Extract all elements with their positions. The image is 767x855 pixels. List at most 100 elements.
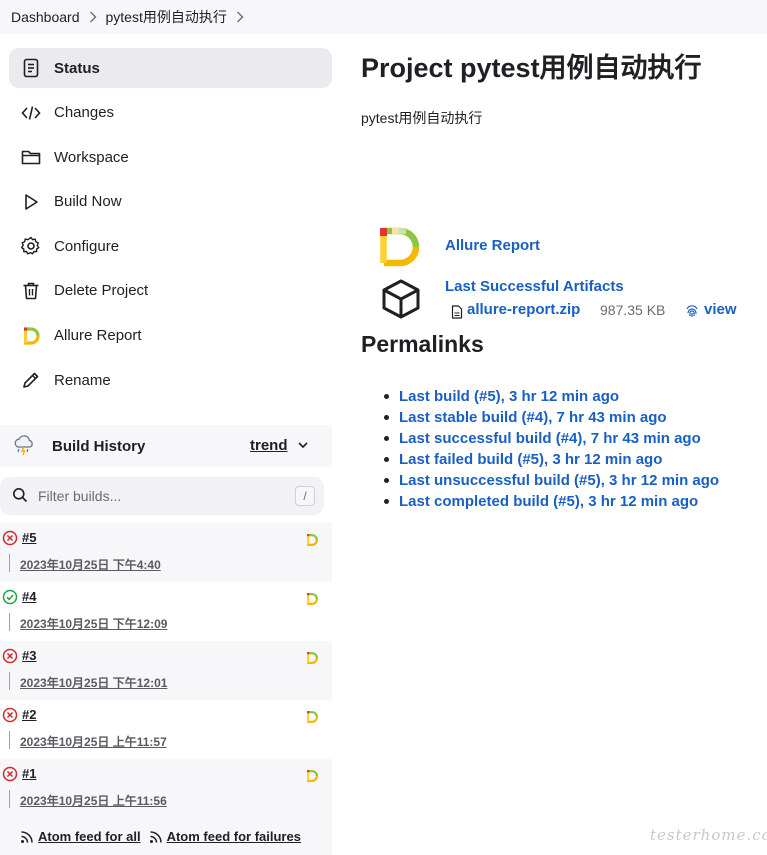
sidebar-item-label: Workspace <box>54 148 129 166</box>
weather-icon <box>12 433 36 460</box>
file-icon <box>451 305 463 319</box>
build-row[interactable]: #3 2023年10月25日 下午12:01 <box>0 641 332 700</box>
last-successful-artifacts-link[interactable]: Last Successful Artifacts <box>445 278 624 295</box>
sidebar-item-label: Delete Project <box>54 282 149 300</box>
breadcrumb-dashboard[interactable]: Dashboard <box>11 9 80 25</box>
permalink-last-successful-build[interactable]: Last successful build (#4), 7 hr 43 min … <box>399 430 701 447</box>
permalink-item: Last completed build (#5), 3 hr 12 min a… <box>385 491 719 512</box>
artifact-file-link[interactable]: allure-report.zip <box>467 301 580 318</box>
filter-builds-box: / <box>0 477 324 515</box>
page-title: Project pytest用例自动执行 <box>361 53 702 83</box>
allure-icon[interactable] <box>305 710 319 724</box>
code-icon <box>20 102 42 124</box>
failed-status-icon <box>2 530 18 546</box>
sidebar-item-delete-project[interactable]: Delete Project <box>9 271 332 311</box>
document-icon <box>20 57 42 79</box>
permalink-item: Last failed build (#5), 3 hr 12 min ago <box>385 449 719 470</box>
allure-report-icon[interactable] <box>378 227 422 267</box>
success-status-icon <box>2 589 18 605</box>
permalink-item: Last build (#5), 3 hr 12 min ago <box>385 386 719 407</box>
timeline-line <box>9 554 10 572</box>
build-history-header: Build History trend <box>0 425 332 467</box>
allure-icon[interactable] <box>305 651 319 665</box>
permalinks-list: Last build (#5), 3 hr 12 min ago Last st… <box>385 386 719 512</box>
permalinks-title: Permalinks <box>361 331 484 357</box>
build-date-link[interactable]: 2023年10月25日 上午11:56 <box>20 792 167 809</box>
atom-feed-failures-label: Atom feed for failures <box>166 829 301 844</box>
permalink-item: Last unsuccessful build (#5), 3 hr 12 mi… <box>385 470 719 491</box>
sidebar-item-configure[interactable]: Configure <box>9 226 332 266</box>
chevron-right-icon <box>80 11 106 23</box>
filter-builds-input[interactable] <box>38 488 278 504</box>
pencil-icon <box>20 369 42 391</box>
sidebar-item-allure-report[interactable]: Allure Report <box>9 316 332 356</box>
sidebar-item-label: Allure Report <box>54 327 142 345</box>
build-number-link[interactable]: #4 <box>22 589 36 604</box>
atom-feed-failures-link[interactable]: Atom feed for failures <box>149 829 301 844</box>
package-icon <box>380 278 422 320</box>
artifact-file-size: 987.35 KB <box>600 302 666 318</box>
build-number-link[interactable]: #2 <box>22 707 36 722</box>
sidebar-item-label: Rename <box>54 371 111 389</box>
trend-link[interactable]: trend <box>250 437 288 454</box>
failed-status-icon <box>2 707 18 723</box>
build-row[interactable]: #5 2023年10月25日 下午4:40 <box>0 523 332 582</box>
chevron-right-icon[interactable] <box>227 11 253 23</box>
sidebar-item-rename[interactable]: Rename <box>9 360 332 400</box>
sidebar-item-label: Changes <box>54 104 115 122</box>
artifact-view-link[interactable]: view <box>704 301 737 318</box>
permalink-last-stable-build[interactable]: Last stable build (#4), 7 hr 43 min ago <box>399 409 667 426</box>
atom-feeds: Atom feed for all Atom feed for failures <box>0 818 332 855</box>
atom-feed-all-link[interactable]: Atom feed for all <box>20 829 141 844</box>
fingerprint-icon[interactable] <box>685 304 699 318</box>
search-icon <box>12 487 28 506</box>
build-row[interactable]: #4 2023年10月25日 下午12:09 <box>0 582 332 641</box>
build-row[interactable]: #2 2023年10月25日 上午11:57 <box>0 700 332 759</box>
rss-icon <box>149 830 162 843</box>
rss-icon <box>21 830 33 843</box>
permalink-last-completed-build[interactable]: Last completed build (#5), 3 hr 12 min a… <box>399 493 698 510</box>
sidebar-item-workspace[interactable]: Workspace <box>9 137 332 177</box>
permalink-last-build[interactable]: Last build (#5), 3 hr 12 min ago <box>399 388 619 405</box>
sidebar-item-label: Status <box>54 59 100 77</box>
build-date-link[interactable]: 2023年10月25日 下午12:09 <box>20 615 167 632</box>
permalink-last-failed-build[interactable]: Last failed build (#5), 3 hr 12 min ago <box>399 451 662 468</box>
project-description: pytest用例自动执行 <box>361 110 483 126</box>
timeline-line <box>9 613 10 631</box>
trash-icon <box>20 280 42 302</box>
breadcrumb: Dashboard pytest用例自动执行 <box>0 0 767 34</box>
permalink-item: Last successful build (#4), 7 hr 43 min … <box>385 428 719 449</box>
allure-report-link[interactable]: Allure Report <box>445 237 540 254</box>
timeline-line <box>9 672 10 690</box>
build-number-link[interactable]: #5 <box>22 530 36 545</box>
allure-icon[interactable] <box>305 769 319 783</box>
timeline-line <box>9 790 10 808</box>
allure-icon[interactable] <box>305 592 319 606</box>
build-date-link[interactable]: 2023年10月25日 下午4:40 <box>20 556 161 573</box>
build-date-link[interactable]: 2023年10月25日 上午11:57 <box>20 733 167 750</box>
play-icon <box>20 191 42 213</box>
atom-feed-all-label: Atom feed for all <box>38 829 141 844</box>
watermark: testerhome.com <box>650 826 767 844</box>
build-date-link[interactable]: 2023年10月25日 下午12:01 <box>20 674 167 691</box>
breadcrumb-project[interactable]: pytest用例自动执行 <box>106 7 227 27</box>
sidebar-item-changes[interactable]: Changes <box>9 93 332 133</box>
sidebar-item-status[interactable]: Status <box>9 48 332 88</box>
build-number-link[interactable]: #3 <box>22 648 36 663</box>
sidebar-item-build-now[interactable]: Build Now <box>9 182 332 222</box>
build-number-link[interactable]: #1 <box>22 766 36 781</box>
permalink-last-unsuccessful-build[interactable]: Last unsuccessful build (#5), 3 hr 12 mi… <box>399 472 719 489</box>
failed-status-icon <box>2 648 18 664</box>
keyboard-shortcut-hint: / <box>295 486 315 506</box>
build-list: #5 2023年10月25日 下午4:40 #4 2023年10月25日 下午1… <box>0 523 332 818</box>
build-history-title: Build History <box>52 437 146 455</box>
sidebar-item-label: Configure <box>54 237 120 255</box>
chevron-down-icon[interactable] <box>297 438 309 454</box>
sidebar-item-label: Build Now <box>54 193 122 211</box>
allure-icon[interactable] <box>305 533 319 547</box>
build-row[interactable]: #1 2023年10月25日 上午11:56 <box>0 759 332 818</box>
failed-status-icon <box>2 766 18 782</box>
side-nav: Status Changes Workspace Build Now Confi… <box>9 48 332 405</box>
timeline-line <box>9 731 10 749</box>
allure-icon <box>20 325 42 347</box>
